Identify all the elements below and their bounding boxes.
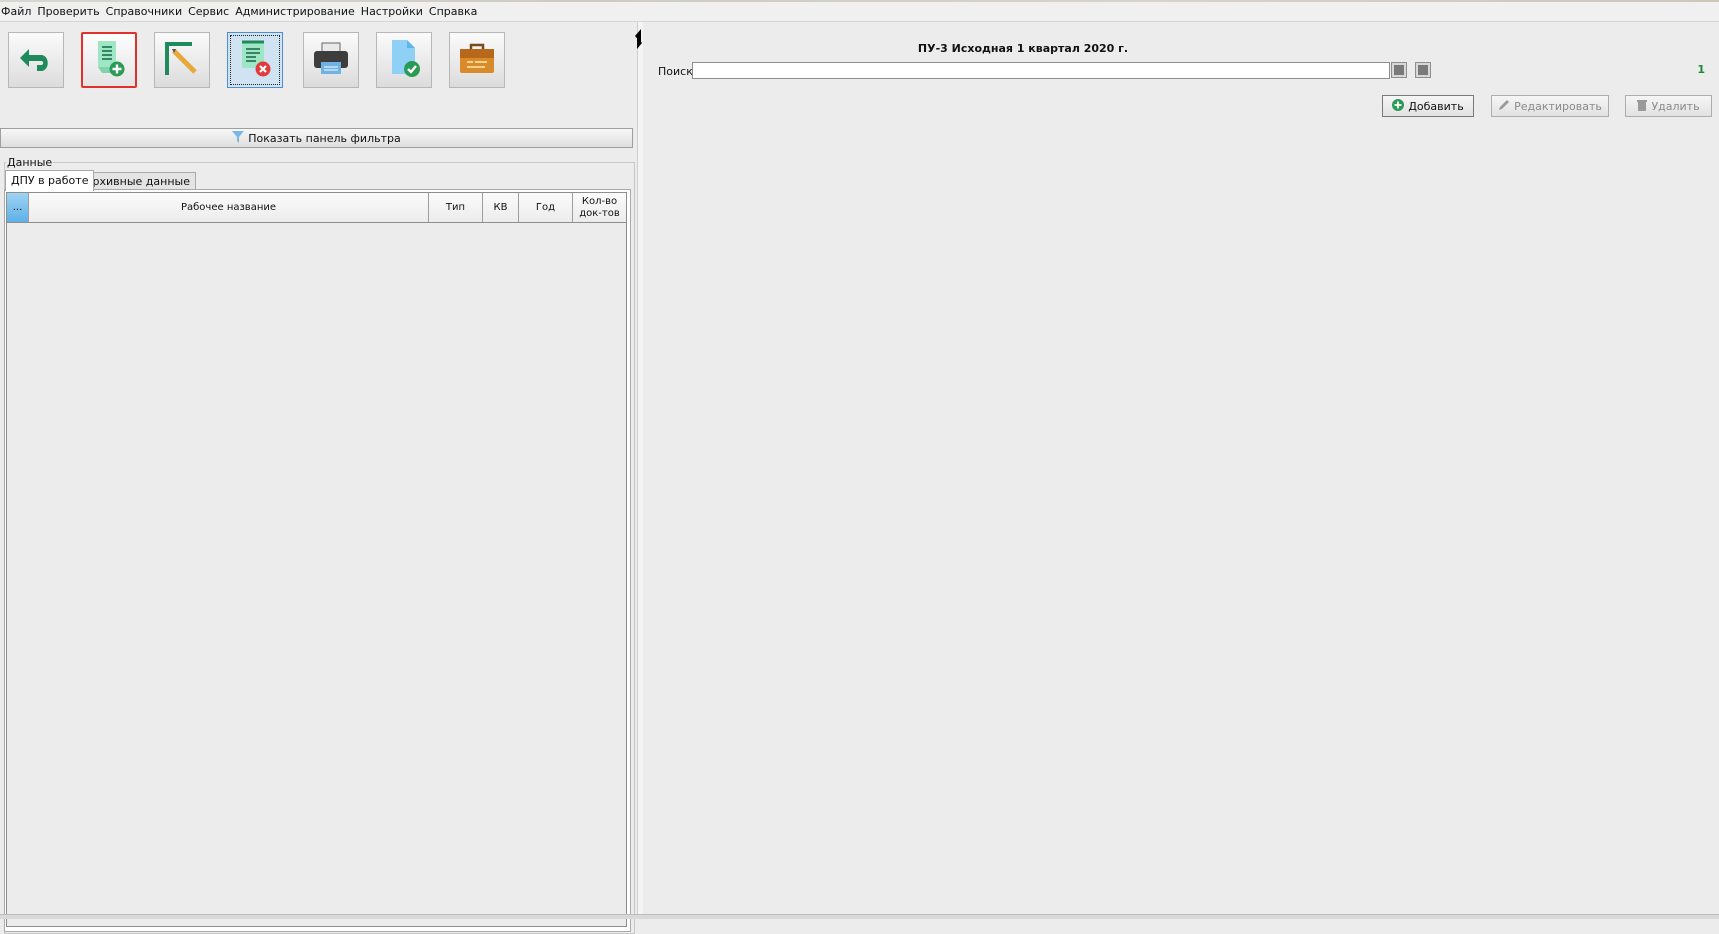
check-document-icon <box>385 38 423 83</box>
column-header-year[interactable]: Год <box>519 193 573 222</box>
add-button-label: Добавить <box>1408 99 1464 113</box>
delete-button[interactable]: Удалить <box>1625 95 1712 117</box>
filter-bar-label: Показать панель фильтра <box>248 131 401 145</box>
show-filter-panel-button[interactable]: Показать панель фильтра <box>0 128 633 148</box>
pencil-icon <box>1498 99 1510 114</box>
data-grid[interactable]: ... Рабочее название Тип КВ Год Кол-во д… <box>6 192 627 927</box>
menu-references[interactable]: Справочники <box>103 2 185 21</box>
edit-button-label: Редактировать <box>1514 99 1602 113</box>
expand-right-arrow-icon[interactable] <box>637 37 642 49</box>
printer-icon <box>311 40 351 81</box>
data-group-title: Данные <box>6 156 54 169</box>
edit-document-button[interactable] <box>154 32 210 88</box>
column-header-type[interactable]: Тип <box>429 193 483 222</box>
print-button[interactable] <box>303 32 359 88</box>
right-pane: ПУ-3 Исходная 1 квартал 2020 г. Поиск: 1… <box>643 22 1719 916</box>
edit-document-icon <box>162 39 202 82</box>
status-strip <box>0 914 1719 919</box>
archive-button[interactable] <box>449 32 505 88</box>
tab-dpu-in-work[interactable]: ДПУ в работе <box>5 170 95 191</box>
menu-settings[interactable]: Настройки <box>358 2 426 21</box>
column-header-quarter[interactable]: КВ <box>483 193 519 222</box>
column-header-working-name[interactable]: Рабочее название <box>29 193 429 222</box>
delete-document-button[interactable] <box>227 32 283 88</box>
add-document-icon <box>90 39 128 82</box>
column-header-doc-count[interactable]: Кол-во док-тов <box>573 193 626 222</box>
check-document-button[interactable] <box>376 32 432 88</box>
add-button[interactable]: Добавить <box>1382 95 1474 117</box>
left-pane: Показать панель фильтра Данные ДПУ в раб… <box>0 22 635 934</box>
report-title: ПУ-3 Исходная 1 квартал 2020 г. <box>917 42 1129 55</box>
menu-file[interactable]: Файл <box>0 2 34 21</box>
trash-icon <box>1637 99 1648 114</box>
back-arrow-icon <box>17 40 55 81</box>
search-option-button-2[interactable] <box>1415 62 1431 78</box>
delete-document-icon <box>236 39 274 82</box>
menu-help[interactable]: Справка <box>426 2 480 21</box>
menu-administration[interactable]: Администрирование <box>232 2 358 21</box>
edit-button[interactable]: Редактировать <box>1491 95 1609 117</box>
grid-header: ... Рабочее название Тип КВ Год Кол-во д… <box>7 193 626 223</box>
search-label: Поиск: <box>658 65 697 78</box>
back-button[interactable] <box>8 32 64 88</box>
column-chooser-button[interactable]: ... <box>7 193 29 222</box>
search-input[interactable] <box>692 62 1390 79</box>
briefcase-icon <box>457 41 497 80</box>
menu-bar: Файл Проверить Справочники Сервис Админи… <box>0 2 1719 22</box>
plus-circle-icon <box>1392 98 1405 114</box>
funnel-icon <box>232 130 245 146</box>
add-document-button[interactable] <box>81 32 137 88</box>
menu-check[interactable]: Проверить <box>34 2 102 21</box>
record-count: 1 <box>1697 63 1705 76</box>
delete-button-label: Удалить <box>1651 99 1700 113</box>
search-option-button-1[interactable] <box>1391 62 1407 78</box>
menu-service[interactable]: Сервис <box>185 2 232 21</box>
